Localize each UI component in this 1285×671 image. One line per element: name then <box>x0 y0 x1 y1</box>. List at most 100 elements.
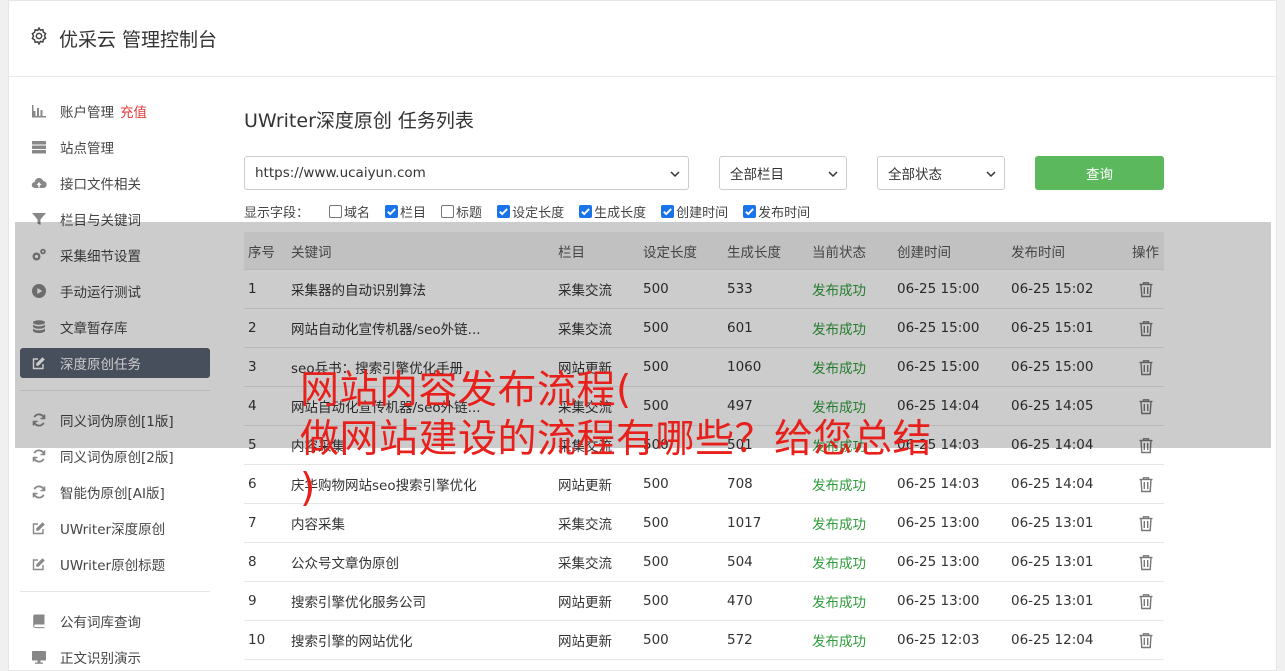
recharge-link[interactable]: 充值 <box>120 101 147 121</box>
delete-button[interactable] <box>1127 398 1164 415</box>
sidebar-item-label: 同义词伪原创[2版] <box>60 450 174 466</box>
refresh-icon <box>30 483 48 501</box>
column-header: 生成长度 <box>727 244 781 261</box>
table-cell: 1 <box>248 281 257 297</box>
sidebar-item[interactable]: 站点管理 <box>20 132 210 162</box>
column-header: 设定长度 <box>643 244 697 261</box>
category-select-value: 全部栏目 <box>730 167 784 183</box>
sidebar-item[interactable]: 同义词伪原创[2版] <box>20 441 210 471</box>
delete-button[interactable] <box>1127 437 1164 454</box>
table-cell: 500 <box>643 320 669 336</box>
field-label: 生成长度 <box>594 205 647 221</box>
table-header: 序号 关键词 栏目 设定长度 生成长度 当前状态 创建时间 发布时间 操作 <box>244 232 1164 270</box>
sidebar-item[interactable]: 正文识别演示 <box>20 642 210 671</box>
server-icon <box>30 138 48 156</box>
sidebar-item-label: 同义词伪原创[1版] <box>60 414 174 430</box>
sidebar-item[interactable]: 文章暂存库 <box>20 312 210 342</box>
field-checkbox[interactable] <box>441 204 455 218</box>
sidebar-item-label: 栏目与关键词 <box>60 213 141 229</box>
field-checkbox[interactable] <box>579 204 593 218</box>
table-cell: 内容采集 <box>291 517 345 533</box>
sidebar-item-label: 深度原创任务 <box>60 357 141 373</box>
table-cell: 3 <box>248 359 257 375</box>
table-cell: 9 <box>248 593 257 609</box>
field-checkbox[interactable] <box>743 204 757 218</box>
bar-chart-icon <box>30 102 48 120</box>
field-label: 域名 <box>344 205 371 221</box>
edit-icon <box>30 519 48 537</box>
field-checkbox[interactable] <box>497 204 511 218</box>
field-toggle[interactable]: 发布时间 <box>743 202 810 221</box>
delete-button[interactable] <box>1127 515 1164 532</box>
sidebar-divider <box>20 390 210 391</box>
database-icon <box>30 318 48 336</box>
cloud-upload-icon <box>30 174 48 192</box>
table-cell: 网站更新 <box>558 595 612 611</box>
field-checkbox[interactable] <box>385 204 399 218</box>
filter-icon <box>30 210 48 228</box>
sidebar-item[interactable]: 深度原创任务 <box>20 348 210 378</box>
overlay-headline: 网站内容发布流程( 做网站建设的流程有哪些？给您总结 ) <box>300 366 1000 513</box>
column-header: 创建时间 <box>897 244 951 261</box>
sidebar-item[interactable]: 采集细节设置 <box>20 240 210 270</box>
table-cell: 采集器的自动识别算法 <box>291 283 426 299</box>
field-checkbox[interactable] <box>329 204 343 218</box>
site-select[interactable]: https://www.ucaiyun.com <box>244 156 689 190</box>
sidebar: 账户管理 充值 站点管理接口文件相关栏目与关键词采集细节设置 手动运行测试 文章暂存库深… <box>20 96 210 671</box>
table-row: 2 网站自动化宣传机器/seo外链... 采集交流 500 601 发布成功 06-25 1… <box>244 309 1164 348</box>
delete-button[interactable] <box>1127 632 1164 649</box>
check-icon <box>499 207 508 215</box>
field-checkbox[interactable] <box>661 204 675 218</box>
field-toggle[interactable]: 标题 <box>441 202 482 221</box>
sidebar-item[interactable]: UWriter原创标题 <box>20 549 210 579</box>
sidebar-item-label: 智能伪原创[AI版] <box>60 486 165 502</box>
table-cell: 06-25 13:00 <box>897 593 980 609</box>
table-cell: 533 <box>727 281 753 297</box>
gears-icon <box>30 246 48 264</box>
sidebar-item-label: 正文识别演示 <box>60 651 141 667</box>
sidebar-divider <box>20 591 210 592</box>
sidebar-item[interactable]: 接口文件相关 <box>20 168 210 198</box>
status-select[interactable]: 全部状态 <box>877 156 1005 190</box>
sidebar-item[interactable]: 手动运行测试 <box>20 276 210 306</box>
sidebar-item[interactable]: 栏目与关键词 <box>20 204 210 234</box>
table-cell: 搜索引擎优化服务公司 <box>291 595 426 611</box>
overlay-line-2: 做网站建设的流程有哪些？给您总结 <box>300 417 933 462</box>
sidebar-item[interactable]: 同义词伪原创[1版] <box>20 405 210 435</box>
sidebar-item[interactable]: 账户管理 充值 <box>20 96 210 126</box>
sidebar-item[interactable]: UWriter深度原创 <box>20 513 210 543</box>
query-button[interactable]: 查询 <box>1035 156 1164 190</box>
table-cell: 500 <box>643 515 669 531</box>
table-cell: 7 <box>248 515 257 531</box>
delete-button[interactable] <box>1127 593 1164 610</box>
field-toggle[interactable]: 栏目 <box>385 202 426 221</box>
table-cell: 采集交流 <box>558 322 612 338</box>
table-cell: 06-25 15:00 <box>897 281 980 297</box>
field-label: 设定长度 <box>512 205 565 221</box>
sidebar-item-label: UWriter深度原创 <box>60 522 166 538</box>
delete-button[interactable] <box>1127 320 1164 337</box>
field-toggle[interactable]: 域名 <box>329 202 370 221</box>
delete-button[interactable] <box>1127 554 1164 571</box>
delete-button[interactable] <box>1127 281 1164 298</box>
category-select[interactable]: 全部栏目 <box>719 156 847 190</box>
check-icon <box>745 207 754 215</box>
column-header: 操作 <box>1132 244 1159 261</box>
check-icon <box>663 207 672 215</box>
trash-icon <box>1139 398 1152 414</box>
refresh-icon <box>30 411 48 429</box>
site-select-value: https://www.ucaiyun.com <box>255 165 426 181</box>
sidebar-item[interactable]: 智能伪原创[AI版] <box>20 477 210 507</box>
field-toggle[interactable]: 生成长度 <box>579 202 646 221</box>
delete-button[interactable] <box>1127 359 1164 376</box>
sidebar-item[interactable]: 公有词库查询 <box>20 606 210 636</box>
table-cell: 500 <box>643 632 669 648</box>
delete-button[interactable] <box>1127 476 1164 493</box>
display-fields-label: 显示字段： <box>244 205 310 221</box>
field-toggle[interactable]: 设定长度 <box>497 202 564 221</box>
field-toggle[interactable]: 创建时间 <box>661 202 728 221</box>
table-cell: 06-25 14:05 <box>1011 398 1094 414</box>
page-title: UWriter深度原创 任务列表 <box>244 110 474 132</box>
trash-icon <box>1139 515 1152 531</box>
column-header: 序号 <box>248 244 275 261</box>
